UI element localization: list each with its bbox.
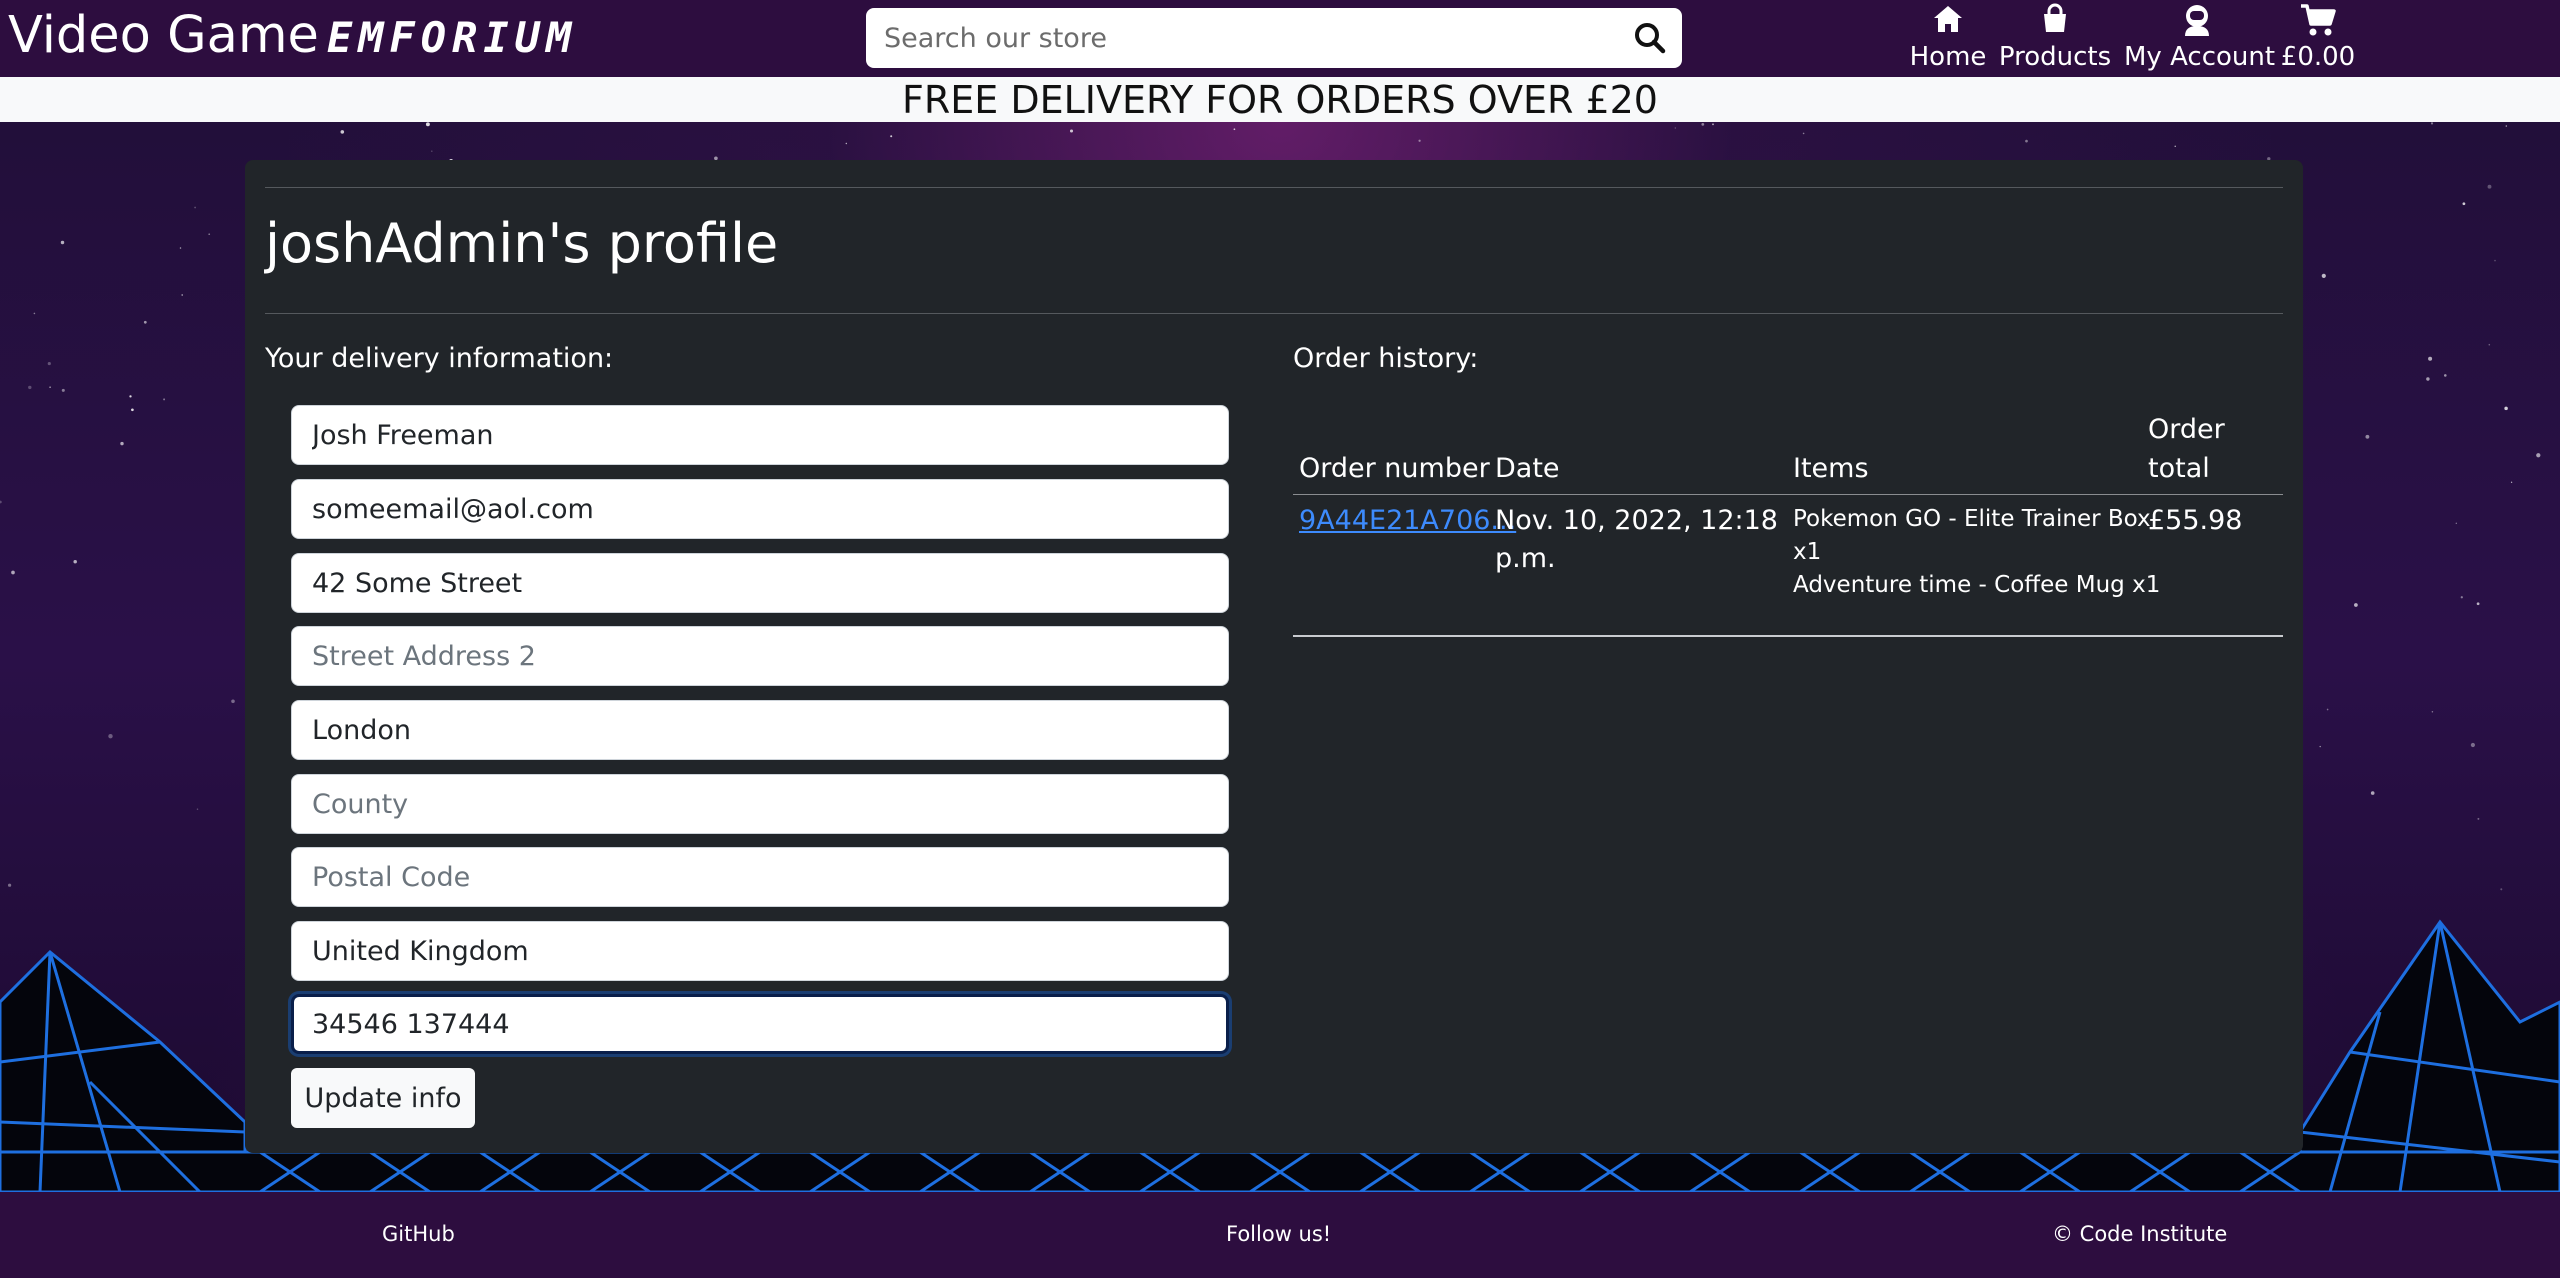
footer-copyright: © Code Institute bbox=[2052, 1222, 2228, 1246]
home-icon bbox=[1934, 6, 1962, 32]
postcode-field[interactable] bbox=[291, 847, 1229, 907]
divider bbox=[265, 313, 2283, 314]
order-total: £55.98 bbox=[2148, 505, 2243, 536]
column-header-total-line1: Order bbox=[2148, 414, 2225, 445]
search-input[interactable] bbox=[866, 8, 1624, 68]
full-name-field[interactable] bbox=[291, 405, 1229, 465]
search-bar bbox=[866, 8, 1682, 68]
street-address-2-field[interactable] bbox=[291, 626, 1229, 686]
nav-products[interactable]: Products bbox=[1997, 0, 2113, 77]
nav-my-account[interactable]: My Account bbox=[2124, 0, 2276, 77]
country-field[interactable] bbox=[291, 921, 1229, 981]
street-address-1-field[interactable] bbox=[291, 553, 1229, 613]
user-astronaut-icon bbox=[2185, 5, 2209, 36]
order-number-link[interactable]: 9A44E21A706... bbox=[1299, 502, 1516, 540]
table-header-divider bbox=[1293, 494, 2283, 495]
site-logo[interactable]: Video Game EMFORIUM bbox=[8, 6, 577, 65]
cart-total-label: £0.00 bbox=[2280, 42, 2356, 72]
free-delivery-banner: FREE DELIVERY FOR ORDERS OVER £20 bbox=[0, 77, 2560, 122]
column-header-items: Items bbox=[1793, 453, 1869, 484]
order-item-1-line2: x1 bbox=[1793, 539, 1822, 565]
site-footer: GitHub Follow us! © Code Institute bbox=[0, 1192, 2560, 1278]
shopping-bag-icon bbox=[2044, 3, 2066, 32]
footer-follow-link[interactable]: Follow us! bbox=[1226, 1222, 1331, 1246]
county-field[interactable] bbox=[291, 774, 1229, 834]
site-header: Video GameEMFORIUM Home Products bbox=[0, 0, 2560, 77]
column-header-date: Date bbox=[1495, 453, 1560, 484]
nav-products-label: Products bbox=[1998, 42, 2112, 72]
order-number-text[interactable]: 9A44E21A706... bbox=[1299, 505, 1516, 536]
page-title: joshAdmin's profile bbox=[265, 212, 779, 275]
order-item-1-line1: Pokemon GO - Elite Trainer Box bbox=[1793, 506, 2151, 532]
order-date-line1: Nov. 10, 2022, 12:18 bbox=[1495, 505, 1778, 536]
town-field[interactable] bbox=[291, 700, 1229, 760]
footer-github-link[interactable]: GitHub bbox=[382, 1222, 455, 1246]
cart-icon bbox=[2301, 4, 2336, 36]
nav-home-label: Home bbox=[1909, 42, 1987, 72]
column-header-order-number: Order number bbox=[1299, 453, 1490, 484]
nav-home[interactable]: Home bbox=[1904, 0, 1992, 77]
table-bottom-divider bbox=[1293, 635, 2283, 637]
order-date-line2: p.m. bbox=[1495, 543, 1556, 574]
logo-text: Video Game bbox=[8, 6, 319, 65]
divider bbox=[265, 187, 2283, 188]
profile-card: joshAdmin's profile Your delivery inform… bbox=[245, 160, 2303, 1153]
order-history-label: Order history: bbox=[1293, 343, 1479, 374]
search-icon bbox=[1635, 23, 1666, 54]
search-button[interactable] bbox=[1632, 20, 1668, 56]
nav-account-label: My Account bbox=[2124, 42, 2276, 72]
nav-cart[interactable]: £0.00 bbox=[2280, 0, 2356, 77]
update-info-button[interactable]: Update info bbox=[291, 1068, 475, 1128]
column-header-total-line2: total bbox=[2148, 453, 2210, 484]
delivery-info-label: Your delivery information: bbox=[265, 343, 614, 374]
order-item-2: Adventure time - Coffee Mug x1 bbox=[1793, 572, 2161, 598]
phone-field[interactable] bbox=[291, 994, 1229, 1054]
logo-accent-text: EMFORIUM bbox=[326, 13, 578, 62]
email-field[interactable] bbox=[291, 479, 1229, 539]
